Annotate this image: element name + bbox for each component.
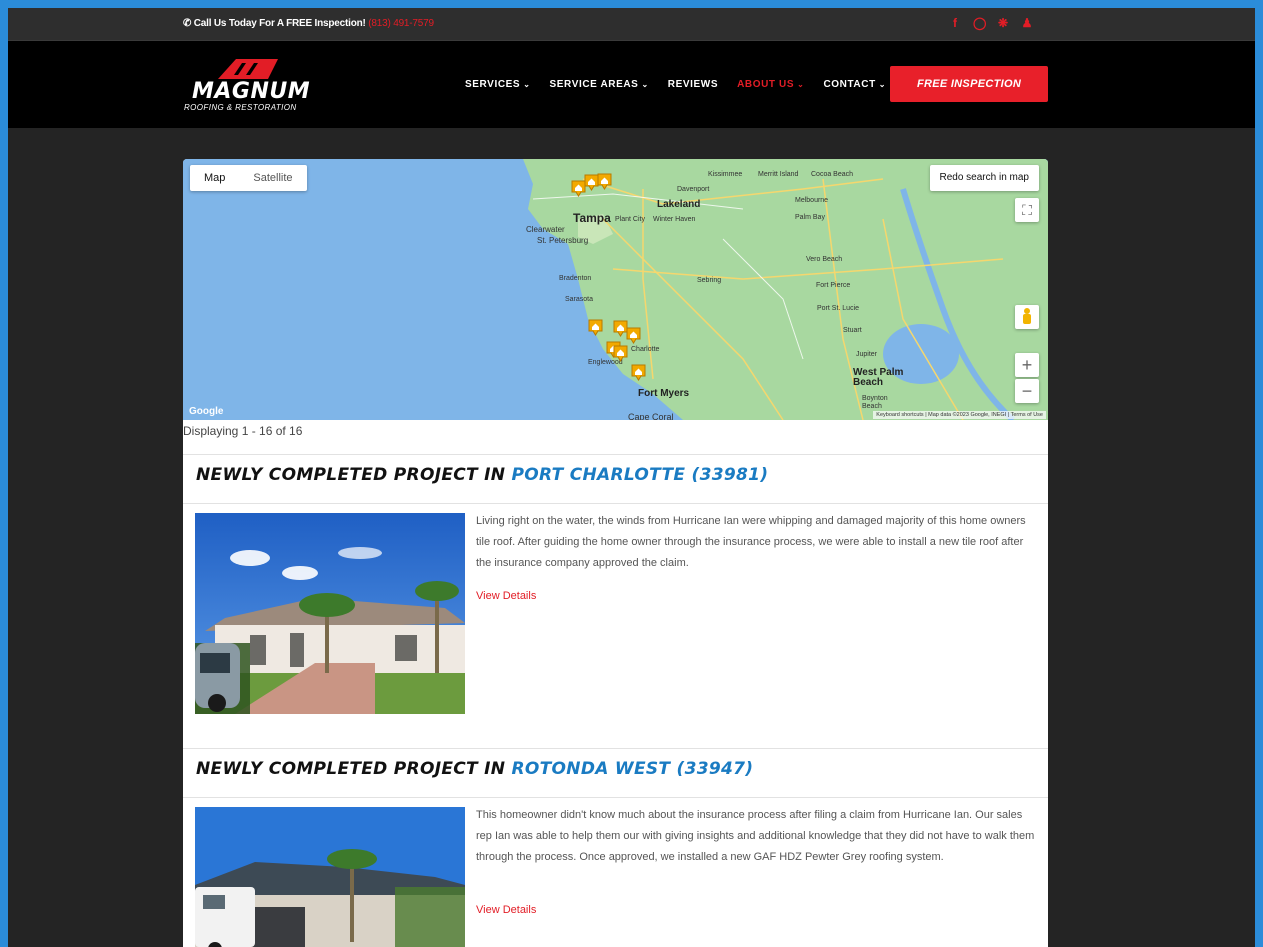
map-label: Palm Bay [795,214,825,221]
logo-tagline: ROOFING & RESTORATION [184,103,297,112]
divider [183,797,1048,798]
nav-contact[interactable]: CONTACT ⌄ [823,79,886,90]
project-photo[interactable] [195,807,465,947]
chevron-down-icon: ⌄ [797,80,805,89]
nav-reviews[interactable]: REVIEWS [668,79,718,90]
logo[interactable]: MAGNUM ROOFING & RESTORATION [180,59,320,112]
chevron-down-icon: ⌄ [878,80,887,89]
logo-wordmark: MAGNUM [192,79,311,104]
google-logo: Google [189,406,224,417]
project-description: Living right on the water, the winds fro… [476,515,1026,569]
project-location: PORT CHARLOTTE (33981) [511,465,769,485]
nav-services[interactable]: SERVICES ⌄ [465,79,531,90]
map-label: Tampa [573,211,611,225]
map-label: Jupiter [856,351,878,358]
fullscreen-icon[interactable]: ⛶ [1015,198,1039,222]
main-content: Map Satellite Redo search in map ⛶ + − K… [183,159,1048,947]
logo-roof-icon [218,59,278,79]
map-label: Davenport [677,186,710,193]
zoom-in-icon[interactable]: + [1015,353,1039,377]
phone-icon: ✆ [183,18,192,29]
view-details-link[interactable]: View Details [476,904,536,916]
map-type-toggle: Map Satellite [190,165,307,191]
project-location: ROTONDA WEST (33947) [511,759,754,779]
map-canvas[interactable] [183,159,1048,420]
project-map[interactable]: Map Satellite Redo search in map ⛶ + − K… [183,159,1048,420]
map-label: Port St. Lucie [817,305,860,312]
map-label: St. Petersburg [537,236,589,245]
call-text: Call Us Today For A FREE Inspection! [193,18,366,29]
map-label: Bradenton [559,275,592,282]
project-title[interactable]: NEWLY COMPLETED PROJECT IN ROTONDA WEST … [196,759,753,779]
map-label: Lakeland [657,199,701,210]
social-links: f ◯ ❋ ♟ [949,16,1033,30]
chevron-down-icon: ⌄ [641,80,649,89]
pegman-icon[interactable] [1015,305,1039,329]
map-label: Merritt Island [758,171,799,178]
chevron-down-icon: ⌄ [523,80,531,89]
map-label: Sarasota [565,296,594,303]
project-card: NEWLY COMPLETED PROJECT IN ROTONDA WEST … [183,748,1048,947]
facebook-icon[interactable]: f [949,16,961,30]
free-inspection-button[interactable]: FREE INSPECTION [890,66,1048,102]
map-label: Charlotte [631,346,660,353]
site-header: MAGNUM ROOFING & RESTORATION SERVICES ⌄ S… [8,41,1255,128]
map-pin-icon[interactable] [631,364,646,381]
project-title[interactable]: NEWLY COMPLETED PROJECT IN PORT CHARLOTT… [196,465,768,485]
main-nav: SERVICES ⌄ SERVICE AREAS ⌄ REVIEWS ABOUT U… [465,79,886,90]
map-label: West Palm Beach [853,367,904,388]
top-bar: ✆ Call Us Today For A FREE Inspection! (… [8,8,1255,41]
project-card: NEWLY COMPLETED PROJECT IN PORT CHARLOTT… [183,454,1048,736]
project-photo[interactable] [195,513,465,714]
map-label: Melbourne [795,197,829,204]
map-pin-icon[interactable] [597,173,612,190]
instagram-icon[interactable]: ◯ [973,16,986,30]
map-label: Vero Beach [806,256,843,263]
map-label: Cocoa Beach [811,171,854,178]
project-description: This homeowner didn't know much about th… [476,809,1035,863]
call-banner[interactable]: ✆ Call Us Today For A FREE Inspection! (… [183,18,434,29]
map-pin-icon[interactable] [588,319,603,336]
map-label: Boynton Beach [862,395,888,410]
divider [183,503,1048,504]
map-label: Sebring [697,277,722,284]
map-label: Cape Coral [628,412,674,420]
map-label: Clearwater [526,225,565,234]
map-label: Fort Pierce [816,282,851,289]
map-type-map[interactable]: Map [190,165,239,191]
phone-number[interactable]: (813) 491-7579 [368,18,434,29]
map-attribution[interactable]: Keyboard shortcuts | Map data ©2023 Goog… [873,411,1046,419]
map-type-satellite[interactable]: Satellite [239,165,306,191]
nav-about-us[interactable]: ABOUT US ⌄ [737,79,804,90]
map-pin-icon[interactable] [613,345,628,362]
map-label: Plant City [615,216,645,223]
map-pin-icon[interactable] [626,327,641,344]
map-label: Winter Haven [653,216,696,223]
redo-search-button[interactable]: Redo search in map [929,165,1039,191]
view-details-link[interactable]: View Details [476,590,536,602]
results-count: Displaying 1 - 16 of 16 [183,424,303,438]
nav-service-areas[interactable]: SERVICE AREAS ⌄ [550,79,649,90]
person-icon[interactable]: ♟ [1021,16,1033,30]
yelp-icon[interactable]: ❋ [997,16,1009,30]
page-frame: ✆ Call Us Today For A FREE Inspection! (… [8,8,1255,947]
map-label: Kissimmee [708,171,743,178]
map-label: Stuart [843,327,862,334]
zoom-out-icon[interactable]: − [1015,379,1039,403]
map-label: Fort Myers [638,388,690,399]
